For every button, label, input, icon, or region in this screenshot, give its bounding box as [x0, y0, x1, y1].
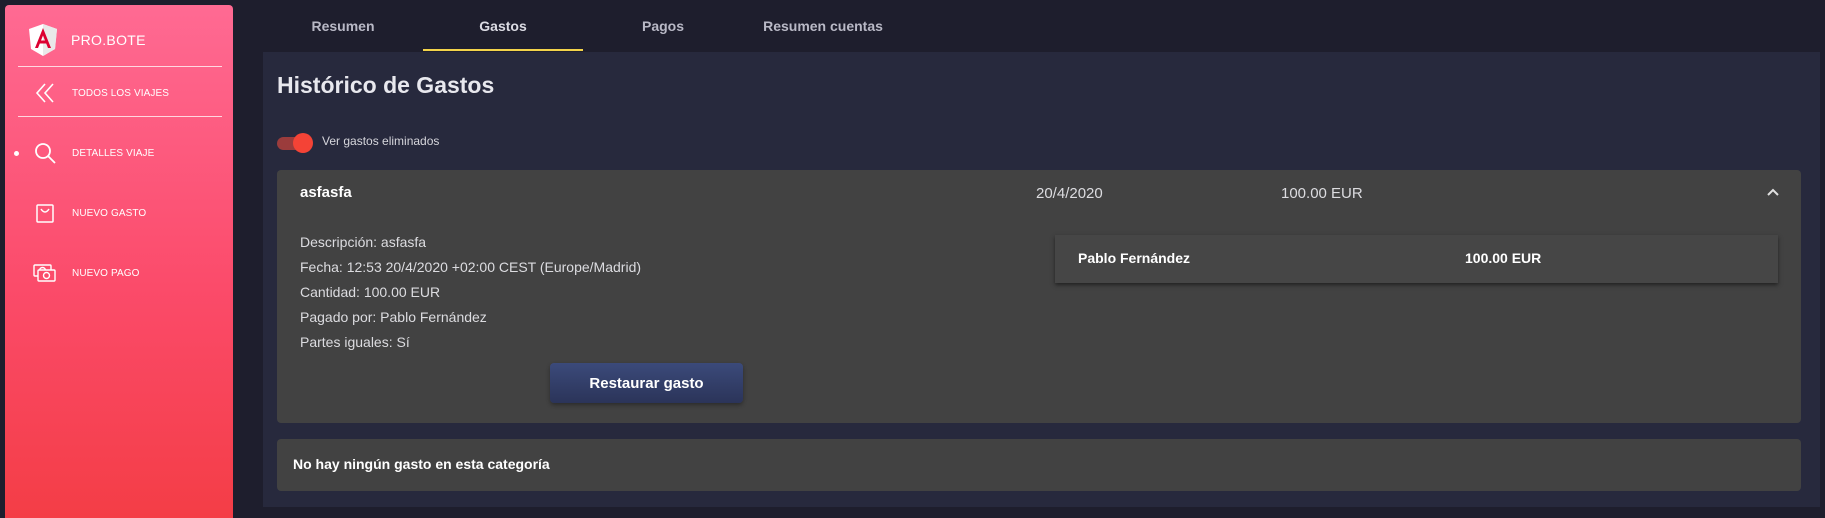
tab-resumen-cuentas[interactable]: Resumen cuentas	[743, 0, 903, 52]
empty-category-card: No hay ningún gasto en esta categoría	[277, 439, 1801, 491]
empty-message: No hay ningún gasto en esta categoría	[293, 456, 550, 472]
brand-name: PRO.BOTE	[71, 32, 146, 48]
participant-name: Pablo Fernández	[1078, 250, 1191, 266]
tab-label: Resumen cuentas	[763, 18, 883, 34]
expense-title: asfasfa	[300, 184, 352, 201]
money-icon	[31, 259, 59, 287]
expense-date: 20/4/2020	[1036, 185, 1103, 202]
active-indicator	[14, 150, 19, 156]
expense-equal-parts: Partes iguales: Sí	[300, 334, 410, 350]
tab-label: Gastos	[479, 18, 527, 34]
participant-row: Pablo Fernández 100.00 EUR	[1055, 235, 1778, 283]
double-chevron-left-icon	[31, 79, 59, 107]
angular-logo-icon	[29, 24, 57, 56]
sidebar-divider	[18, 116, 222, 117]
sidebar-item-detalles-viaje[interactable]: DETALLES VIAJE	[5, 133, 233, 173]
sidebar: PRO.BOTE TODOS LOS VIAJES DETALLES VIAJE…	[5, 5, 233, 518]
tab-pagos[interactable]: Pagos	[583, 0, 743, 52]
chevron-up-icon[interactable]	[1763, 182, 1783, 202]
expense-card: asfasfa 20/4/2020 100.00 EUR Descripción…	[277, 170, 1801, 423]
tab-gastos[interactable]: Gastos	[423, 0, 583, 52]
show-deleted-toggle[interactable]	[277, 133, 313, 153]
search-icon	[31, 139, 59, 167]
sidebar-item-label: TODOS LOS VIAJES	[72, 87, 170, 99]
brand[interactable]: PRO.BOTE	[29, 22, 146, 58]
expense-paid-by: Pagado por: Pablo Fernández	[300, 309, 487, 325]
tab-label: Pagos	[641, 18, 684, 34]
sidebar-item-nuevo-pago[interactable]: NUEVO PAGO	[5, 253, 233, 293]
sidebar-divider	[18, 66, 222, 67]
sidebar-item-nuevo-gasto[interactable]: NUEVO GASTO	[5, 193, 233, 233]
sidebar-item-label: NUEVO PAGO	[72, 267, 140, 279]
tab-label: Resumen	[311, 18, 375, 34]
page-title: Histórico de Gastos	[277, 72, 495, 98]
expense-date-detail: Fecha: 12:53 20/4/2020 +02:00 CEST (Euro…	[300, 259, 642, 275]
expense-quantity: Cantidad: 100.00 EUR	[300, 284, 441, 300]
expense-amount: 100.00 EUR	[1281, 185, 1363, 202]
expense-description: Descripción: asfasfa	[300, 234, 427, 250]
sidebar-item-label: DETALLES VIAJE	[72, 147, 155, 159]
tab-resumen[interactable]: Resumen	[263, 0, 423, 52]
restore-expense-button[interactable]: Restaurar gasto	[550, 363, 743, 403]
participant-amount: 100.00 EUR	[1465, 250, 1542, 266]
main-panel: Histórico de Gastos Ver gastos eliminado…	[263, 52, 1820, 507]
active-tab-indicator	[423, 49, 583, 51]
shopping-bag-icon	[31, 199, 59, 227]
toggle-label: Ver gastos eliminados	[322, 134, 440, 148]
sidebar-item-todos-los-viajes[interactable]: TODOS LOS VIAJES	[5, 73, 233, 113]
expense-header[interactable]: asfasfa 20/4/2020 100.00 EUR	[277, 170, 1801, 218]
sidebar-item-label: NUEVO GASTO	[72, 207, 147, 219]
toggle-thumb	[293, 133, 313, 153]
